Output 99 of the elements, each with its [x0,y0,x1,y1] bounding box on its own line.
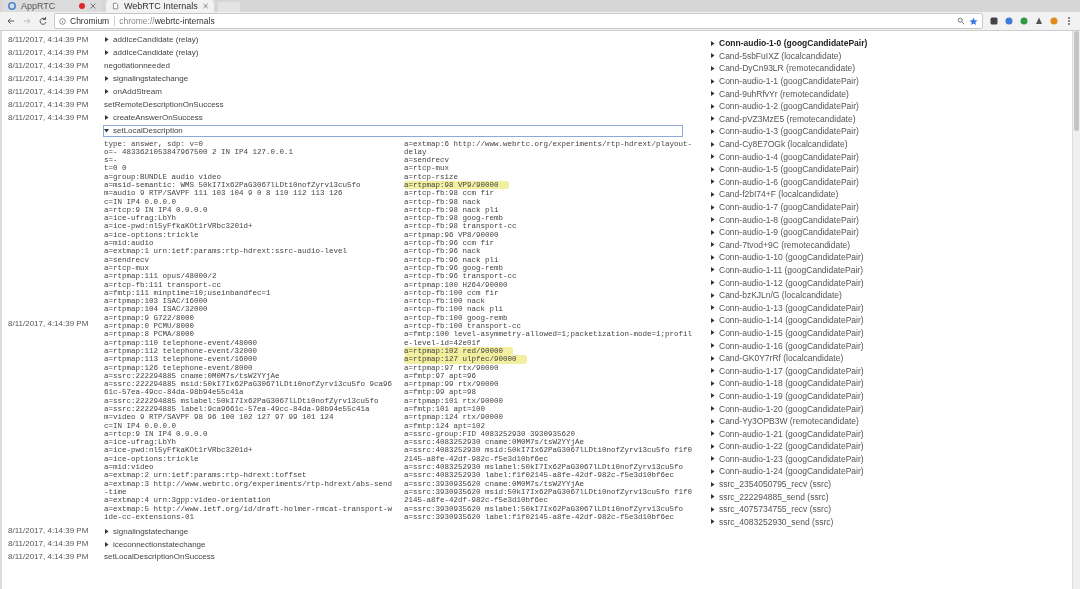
collapsed-icon [710,78,715,84]
stats-entry[interactable]: Conn-audio-1-3 (googCandidatePair) [710,125,859,138]
event-summary[interactable]: setLocalDescription [104,125,682,136]
event-time: 8/11/2017, 4:14:39 PM [8,526,90,537]
collapsed-icon [710,519,715,525]
stats-entry[interactable]: Cand-GK0Y7rRf (localcandidate) [710,351,844,365]
browser-tab[interactable]: AppRTC [2,0,102,12]
event-label: setLocalDescriptionOnSuccess [104,552,215,563]
star-icon[interactable] [969,16,978,26]
collapsed-icon [710,66,715,71]
stats-entry[interactable]: Conn-audio-1-2 (googCandidatePair) [710,99,859,113]
stats-entry[interactable]: Conn-audio-1-12 (googCandidatePair) [710,276,864,289]
collapsed-icon [710,204,715,210]
event-summary[interactable]: signalingstatechange [104,73,189,84]
collapsed-icon [104,115,109,120]
event-summary[interactable]: signalingstatechange [104,526,189,537]
collapsed-icon [104,528,109,534]
stats-entry[interactable]: Conn-audio-1-20 (googCandidatePair) [710,402,864,415]
event-summary[interactable]: createAnswerOnSuccess [104,112,203,123]
search-icon[interactable] [957,17,965,25]
stats-entry[interactable]: Conn-audio-1-11 (googCandidatePair) [710,263,863,277]
stats-entry[interactable]: Cand-DyCn93LR (remotecandidate) [710,62,856,75]
event-time: 8/11/2017, 4:14:39 PM [8,99,90,110]
stats-entry[interactable]: Conn-audio-1-1 (googCandidatePair) [710,74,859,88]
stats-entry[interactable]: Conn-audio-1-8 (googCandidatePair) [710,213,859,226]
event-time: 8/11/2017, 4:14:39 PM [8,319,90,330]
collapsed-icon [710,469,715,474]
stats-entry[interactable]: ssrc_4083252930_send (ssrc) [710,515,834,529]
collapsed-icon [710,330,715,336]
event-time: 8/11/2017, 4:14:39 PM [8,112,90,123]
stats-entry[interactable]: Conn-audio-1-15 (googCandidatePair) [710,326,864,340]
event-summary[interactable]: addIceCandidate (relay) [104,47,199,58]
expanded-icon [104,128,109,133]
stats-entry[interactable]: Conn-audio-1-5 (googCandidatePair) [710,162,859,176]
collapsed-icon [710,481,715,487]
address-bar[interactable]: Chromium chrome://webrtc-internals [54,13,983,29]
stats-entry[interactable]: Conn-audio-1-4 (googCandidatePair) [710,150,859,163]
info-icon [59,17,66,25]
site-chip: Chromium [70,16,116,26]
event-time: 8/11/2017, 4:14:39 PM [8,86,90,97]
stats-entry[interactable]: Cand-5sbFuIXZ (localcandidate) [710,49,842,63]
stats-entry[interactable]: Conn-audio-1-7 (googCandidatePair) [710,200,859,214]
stats-entry[interactable]: Cand-pVZ3MzE5 (remotecandidate) [710,112,856,126]
stats-entry[interactable]: ssrc_222294885_send (ssrc) [710,490,829,503]
collapsed-icon [710,456,715,462]
event-time: 8/11/2017, 4:14:39 PM [8,60,90,71]
stats-entry[interactable]: Conn-audio-1-9 (googCandidatePair) [710,225,859,239]
stats-entry[interactable]: Conn-audio-1-23 (googCandidatePair) [710,452,864,466]
event-time: 8/11/2017, 4:14:39 PM [8,47,90,58]
page-icon [8,2,16,10]
reload-icon[interactable] [38,16,48,26]
event-summary[interactable]: iceconnectionstatechange [104,539,206,550]
back-icon[interactable] [6,16,16,26]
stats-entry[interactable]: Conn-audio-1-21 (googCandidatePair) [710,427,864,440]
event-label: negotiationneeded [104,60,170,71]
stats-entry[interactable]: Conn-audio-1-0 (googCandidatePair) [710,37,868,50]
collapsed-icon [710,406,715,411]
collapsed-icon [710,141,715,147]
stats-entry[interactable]: Cand-f2bI74+F (localcandidate) [710,188,839,201]
stats-entry[interactable]: Conn-audio-1-10 (googCandidatePair) [710,251,864,264]
event-time: 8/11/2017, 4:14:39 PM [8,539,90,550]
collapsed-icon [710,267,715,273]
collapsed-icon [710,393,715,399]
collapsed-icon [710,53,715,59]
scrollbar[interactable] [1072,31,1080,589]
event-time: 8/11/2017, 4:14:39 PM [8,34,90,45]
stats-entry[interactable]: Cand-bzKJLn/G (localcandidate) [710,288,842,302]
stats-entry[interactable]: Cand-9uhRfvYr (remotecandidate) [710,87,849,100]
collapsed-icon [104,37,109,42]
stats-entry[interactable]: Conn-audio-1-13 (googCandidatePair) [710,301,864,315]
event-summary[interactable]: addIceCandidate (relay) [104,34,199,45]
stats-entry[interactable]: Cand-Cy8E7OGk (localcandidate) [710,137,848,151]
page-icon [112,2,120,10]
event-summary[interactable]: onAddStream [104,86,162,97]
collapsed-icon [104,50,109,55]
collapsed-icon [710,418,715,424]
close-icon[interactable] [202,3,208,9]
event-time: 8/11/2017, 4:14:39 PM [8,552,90,563]
collapsed-icon [710,40,715,46]
event-label: setRemoteDescriptionOnSuccess [104,99,224,110]
stats-entry[interactable]: Conn-audio-1-17 (googCandidatePair) [710,364,864,378]
stats-entry[interactable]: Conn-audio-1-18 (googCandidatePair) [710,377,864,390]
stats-entry[interactable]: ssrc_2354050795_recv (ssrc) [710,477,831,491]
stats-entry[interactable]: Cand-7tvod+9C (remotecandidate) [710,238,851,252]
stats-entry[interactable]: Conn-audio-1-24 (googCandidatePair) [710,465,864,478]
collapsed-icon [104,541,109,547]
stats-entry[interactable]: ssrc_4075734755_recv (ssrc) [710,502,831,516]
browser-tab[interactable]: WebRTC Internals [106,0,214,12]
collapsed-icon [104,76,109,81]
stats-entry[interactable]: Conn-audio-1-6 (googCandidatePair) [710,175,859,189]
url-text: chrome://webrtc-internals [119,16,215,26]
stats-entry[interactable]: Conn-audio-1-14 (googCandidatePair) [710,314,864,327]
stats-entry[interactable]: Cand-Yy3OPB3W (remotecandidate) [710,414,859,428]
stats-entry[interactable]: Conn-audio-1-22 (googCandidatePair) [710,440,864,453]
stats-entry[interactable]: Conn-audio-1-19 (googCandidatePair) [710,389,864,403]
collapsed-icon [104,89,109,94]
stats-entry[interactable]: Conn-audio-1-16 (googCandidatePair) [710,339,864,352]
event-time: 8/11/2017, 4:14:39 PM [8,73,90,84]
close-icon[interactable] [90,3,96,9]
